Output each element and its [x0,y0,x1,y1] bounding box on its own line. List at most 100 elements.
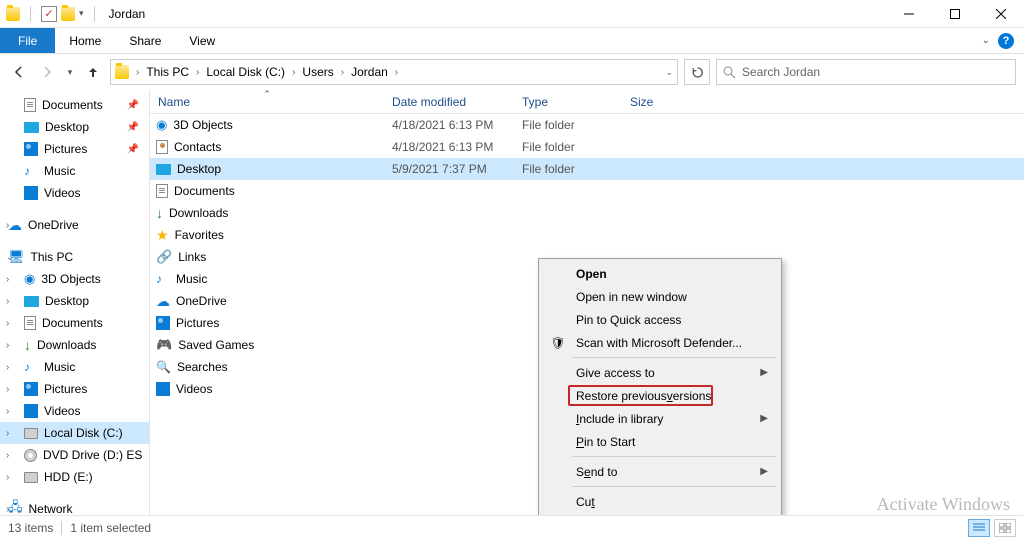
network-icon: 🖧 [8,498,23,515]
expand-icon[interactable]: › [6,384,9,395]
nav-item[interactable]: › Videos [0,400,149,422]
ctx-give-access[interactable]: Give access to▶ [542,361,778,384]
file-row[interactable]: Desktop5/9/2021 7:37 PMFile folder [150,158,1024,180]
chevron-right-icon[interactable]: › [392,60,401,84]
ctx-restore-previous-versions[interactable]: Restore previous versions [568,385,713,406]
chevron-right-icon[interactable]: › [338,60,347,84]
search-input[interactable]: Search Jordan [716,59,1016,85]
nav-item[interactable]: ›◉3D Objects [0,268,149,290]
sort-indicator-icon: ⌃ [150,90,384,100]
nav-item[interactable]: ›♪Music [0,356,149,378]
back-button[interactable] [8,61,30,83]
nav-item[interactable]: ♪Music [0,160,149,182]
nav-thispc[interactable]: ⌄🖥This PC [0,246,149,268]
address-bar[interactable]: › This PC › Local Disk (C:) › Users › Jo… [110,59,678,85]
address-folder-icon[interactable] [111,60,133,84]
file-row[interactable]: Contacts4/18/2021 6:13 PMFile folder [150,136,1024,158]
maximize-button[interactable] [932,0,978,28]
ribbon-tab-view[interactable]: View [175,28,229,53]
nav-item[interactable]: Desktop📌 [0,116,149,138]
ribbon-tab-file[interactable]: File [0,28,55,53]
qat-dropdown-icon[interactable]: ▾ [79,8,84,19]
nav-onedrive[interactable]: ›☁OneDrive [0,214,149,236]
refresh-button[interactable] [684,59,710,85]
file-list: ⌃ Name Date modified Type Size ◉3D Objec… [150,90,1024,515]
expand-icon[interactable]: › [6,220,9,231]
nav-label: Desktop [45,294,89,308]
file-type: File folder [514,162,622,176]
file-row[interactable]: ↓Downloads [150,202,1024,224]
chevron-right-icon[interactable]: › [289,60,298,84]
nav-label: Network [29,502,73,515]
nav-network[interactable]: ›🖧 Network [0,498,149,515]
ctx-pin-quick-access[interactable]: Pin to Quick access [542,308,778,331]
view-details-button[interactable] [968,519,990,537]
column-size[interactable]: Size [622,90,694,113]
download-icon: ↓ [24,337,31,353]
link-icon: 🔗 [156,249,172,265]
ribbon-tab-home[interactable]: Home [55,28,115,53]
close-button[interactable] [978,0,1024,28]
help-icon[interactable]: ? [998,33,1014,49]
breadcrumb-jordan[interactable]: Jordan [347,60,392,84]
nav-item[interactable]: ›Local Disk (C:) [0,422,149,444]
nav-item[interactable]: Videos [0,182,149,204]
expand-icon[interactable]: › [6,504,9,515]
expand-icon[interactable]: › [6,340,9,351]
column-type[interactable]: Type [514,90,622,113]
nav-label: Pictures [44,382,87,396]
nav-item[interactable]: › Desktop [0,290,149,312]
file-row[interactable]: ★Favorites [150,224,1024,246]
file-row[interactable]: Documents [150,180,1024,202]
breadcrumb-users[interactable]: Users [298,60,337,84]
file-name: Music [176,272,207,286]
up-button[interactable] [82,61,104,83]
file-name: Links [178,250,206,264]
chevron-right-icon[interactable]: › [133,60,142,84]
column-date[interactable]: Date modified [384,90,514,113]
contact-icon [156,140,168,154]
minimize-button[interactable] [886,0,932,28]
expand-icon[interactable]: › [6,428,9,439]
expand-icon[interactable]: › [6,472,9,483]
expand-icon[interactable]: › [6,296,9,307]
file-row[interactable]: ◉3D Objects4/18/2021 6:13 PMFile folder [150,114,1024,136]
nav-item[interactable]: › Pictures [0,378,149,400]
collapse-icon[interactable]: ⌄ [6,252,14,263]
breadcrumb-localdisk[interactable]: Local Disk (C:) [202,60,289,84]
folder-shortcut-icon[interactable] [61,7,75,21]
forward-button[interactable] [36,61,58,83]
nav-item[interactable]: ›DVD Drive (D:) ES [0,444,149,466]
document-icon [156,184,168,198]
nav-item[interactable]: Documents📌 [0,94,149,116]
chevron-right-icon[interactable]: › [193,60,202,84]
expand-icon[interactable]: › [6,318,9,329]
ctx-copy[interactable]: Copy [542,513,778,515]
expand-icon[interactable]: › [6,362,9,373]
pin-icon: 📌 [127,144,139,155]
ctx-open-new-window[interactable]: Open in new window [542,285,778,308]
recent-locations-button[interactable]: ▾ [64,61,76,83]
nav-item[interactable]: ›Documents [0,312,149,334]
expand-icon[interactable]: › [6,406,9,417]
ctx-cut[interactable]: Cut [542,490,778,513]
separator [30,6,31,22]
ctx-pin-to-start[interactable]: Pin to Start [542,430,778,453]
expand-icon[interactable]: › [6,450,9,461]
ctx-send-to[interactable]: Send to▶ [542,460,778,483]
search-placeholder: Search Jordan [742,65,820,79]
nav-item[interactable]: ›↓Downloads [0,334,149,356]
ctx-include-in-library[interactable]: Include in library▶ [542,407,778,430]
breadcrumb-thispc[interactable]: This PC [142,60,193,84]
nav-label: Videos [44,404,80,418]
ctx-scan-defender[interactable]: 🛡Scan with Microsoft Defender... [542,331,778,354]
address-dropdown-icon[interactable]: ⌄ [665,67,673,78]
ribbon-tab-share[interactable]: Share [115,28,175,53]
view-thumbnails-button[interactable] [994,519,1016,537]
expand-icon[interactable]: › [6,274,9,285]
ctx-open[interactable]: Open [542,262,778,285]
ribbon-expand-icon[interactable]: ⌄ [982,35,990,46]
nav-item[interactable]: ›HDD (E:) [0,466,149,488]
nav-item[interactable]: Pictures📌 [0,138,149,160]
checkbox-icon[interactable]: ✓ [41,6,57,22]
